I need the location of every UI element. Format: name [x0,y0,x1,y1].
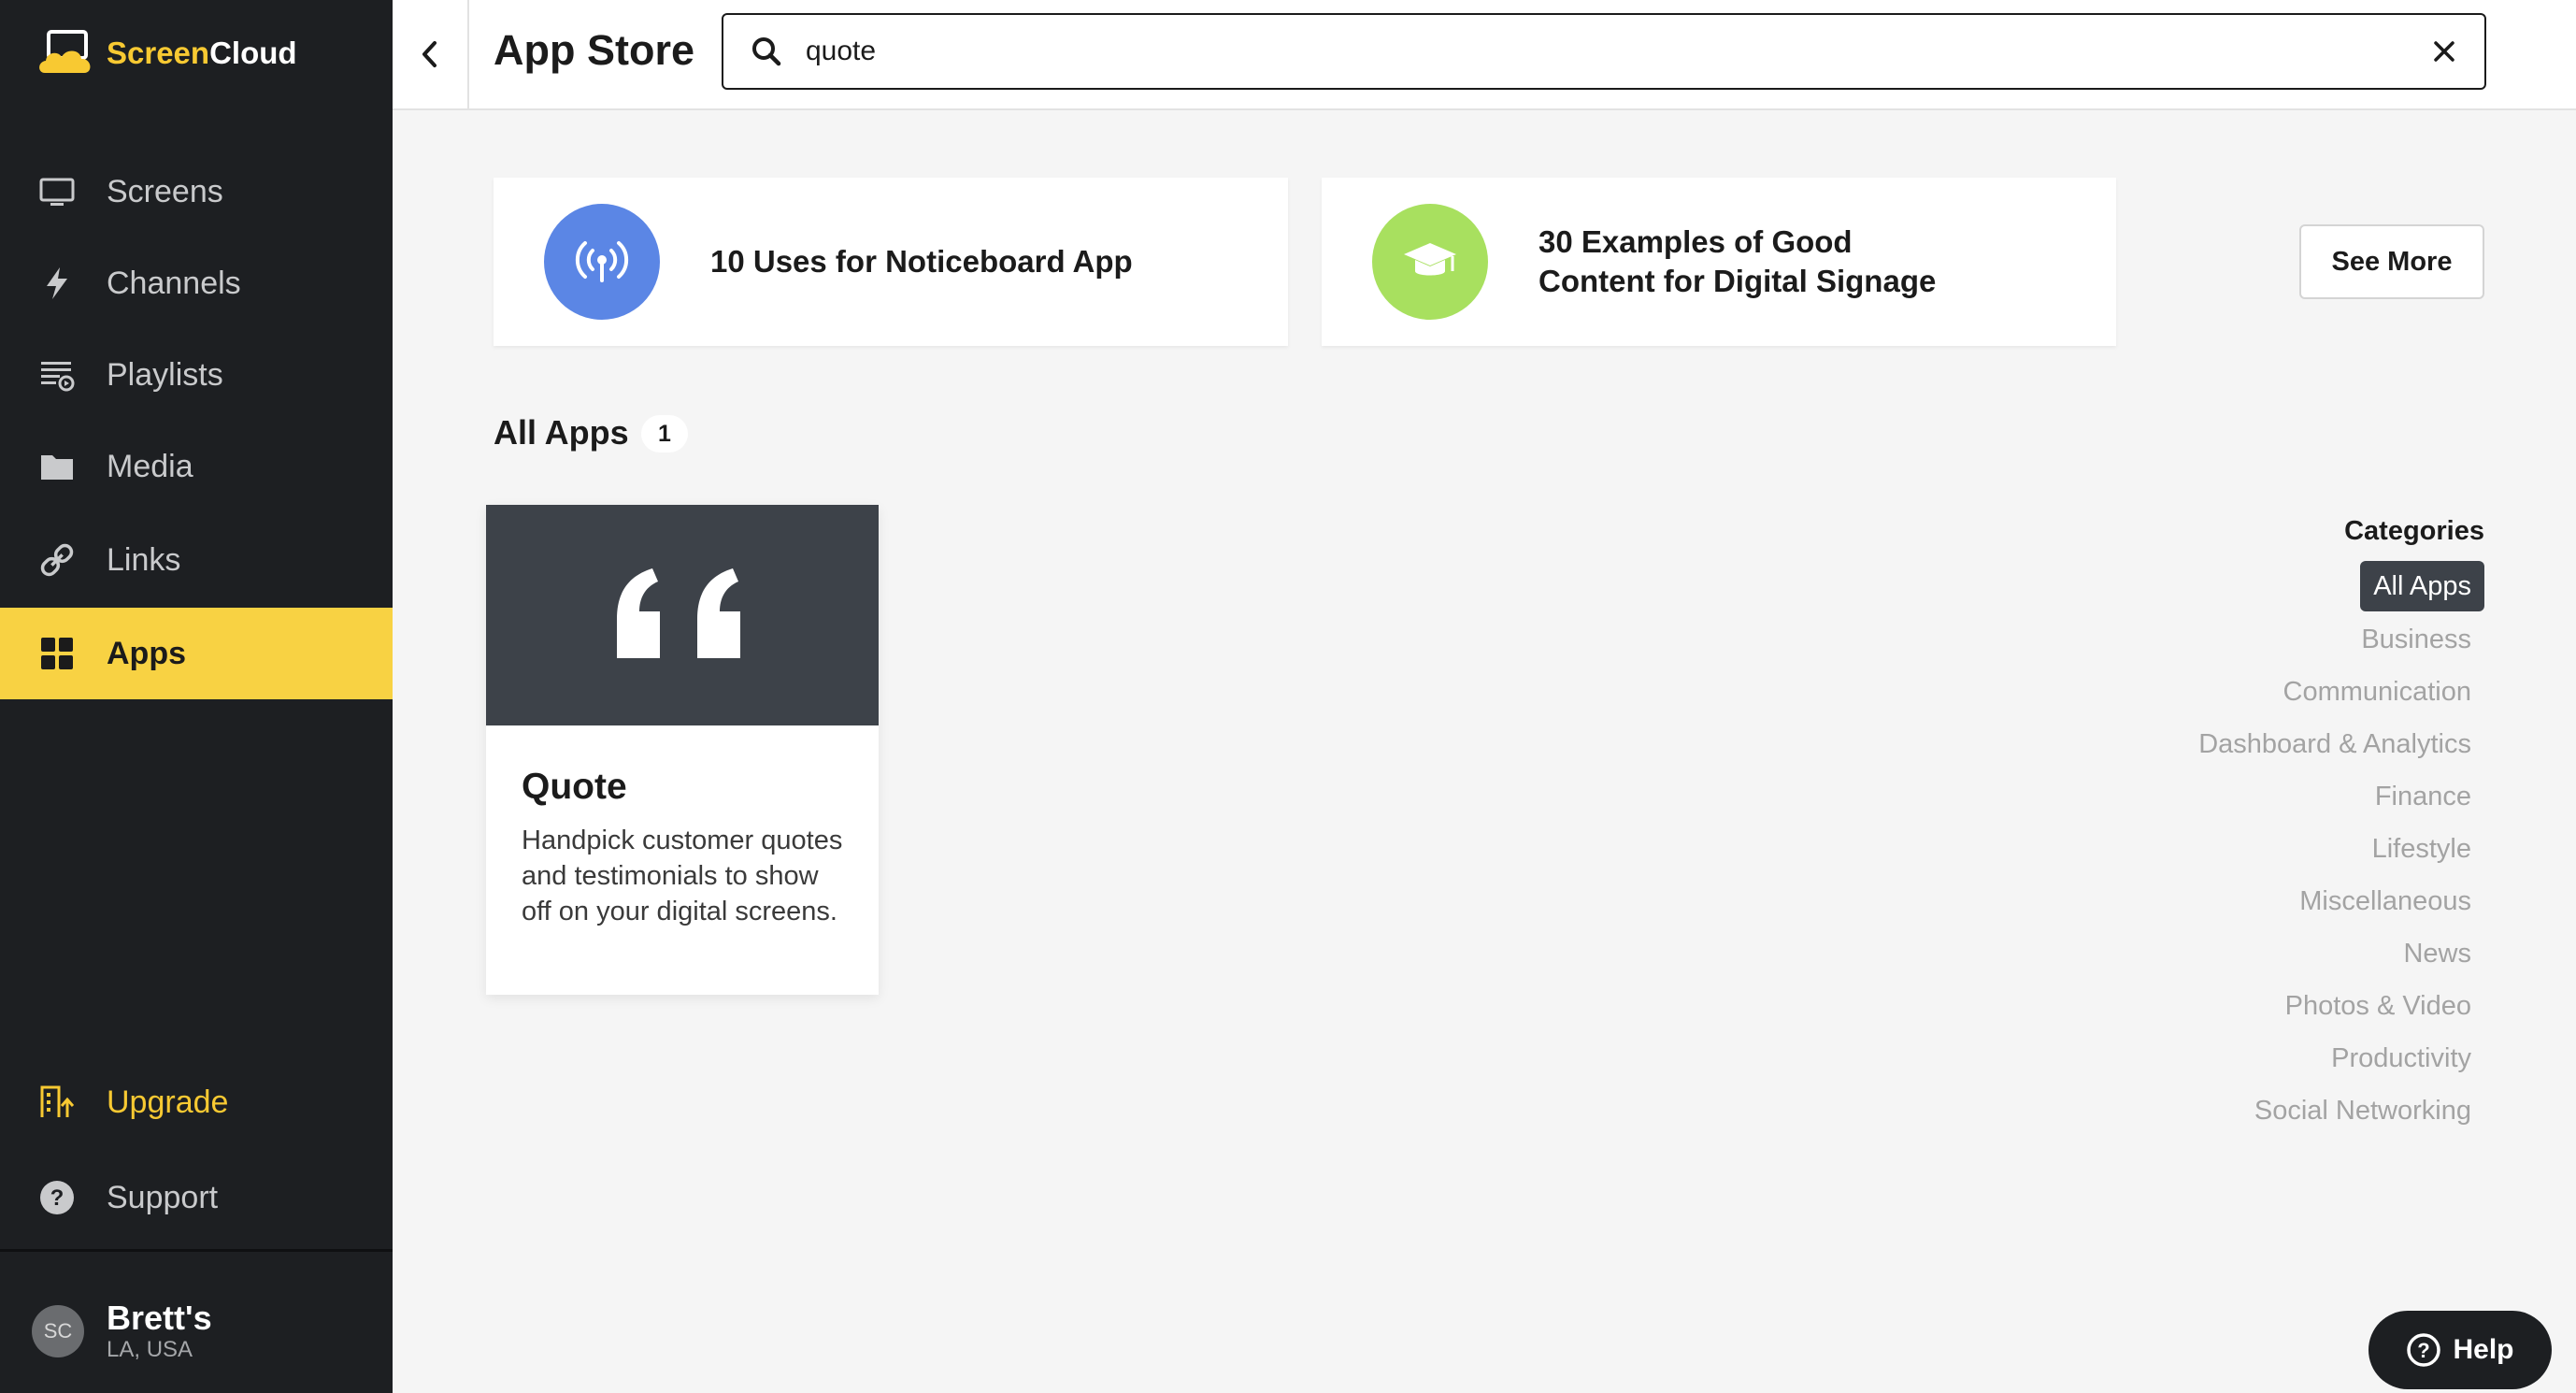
graduation-cap-icon [1372,204,1488,320]
sidebar-item-playlists[interactable]: Playlists [0,329,393,421]
featured-title: 10 Uses for Noticeboard App [710,244,1133,279]
page-title: App Store [494,26,695,74]
help-button[interactable]: ? Help [2368,1311,2552,1389]
sidebar-divider [0,1249,393,1252]
category-photos-video[interactable]: Photos & Video [2272,980,2484,1032]
folder-icon [37,447,77,486]
support-label: Support [107,1179,219,1215]
upgrade-link[interactable]: Upgrade [0,1056,393,1148]
sidebar-item-label: Screens [107,173,223,209]
close-icon[interactable] [2428,36,2460,67]
categories-list: All Apps Business Communication Dashboar… [2185,561,2484,1137]
search-icon [752,37,781,66]
app-count-badge: 1 [641,415,688,452]
sidebar-item-label: Apps [107,635,186,671]
monitor-icon [37,172,77,211]
apps-grid-icon [37,634,77,673]
sidebar-item-label: Media [107,448,193,484]
app-description: Handpick customer quotes and testimonial… [522,826,843,926]
sidebar-item-links[interactable]: Links [0,514,393,606]
featured-card-digital-signage[interactable]: 30 Examples of Good Content for Digital … [1322,178,2116,346]
app-name: Quote [522,767,627,807]
category-communication[interactable]: Communication [2270,666,2484,718]
sidebar: ScreenCloud Screens Channels Playlists M… [0,0,393,1393]
search-box [722,13,2486,90]
category-all-apps[interactable]: All Apps [2360,561,2484,611]
sidebar-item-label: Playlists [107,356,223,393]
svg-text:?: ? [2418,1339,2430,1362]
building-upgrade-icon [37,1083,77,1122]
category-lifestyle[interactable]: Lifestyle [2359,823,2484,875]
chevron-left-icon [422,41,436,67]
category-dashboard-analytics[interactable]: Dashboard & Analytics [2185,718,2484,770]
help-label: Help [2453,1334,2514,1365]
category-miscellaneous[interactable]: Miscellaneous [2286,875,2484,927]
quote-marks-icon [617,568,740,658]
app-card-quote[interactable]: Quote Handpick customer quotes and testi… [486,505,879,995]
categories-heading: Categories [2344,516,2484,546]
featured-card-noticeboard[interactable]: 10 Uses for Noticeboard App [494,178,1288,346]
see-more-button[interactable]: See More [2299,224,2484,299]
sidebar-item-media[interactable]: Media [0,421,393,512]
screencloud-logo-icon [39,30,91,73]
sidebar-item-screens[interactable]: Screens [0,146,393,237]
sidebar-item-channels[interactable]: Channels [0,237,393,329]
category-finance[interactable]: Finance [2362,770,2484,823]
category-business[interactable]: Business [2348,613,2484,666]
svg-text:?: ? [50,1185,64,1211]
link-icon [37,540,77,580]
app-thumbnail [486,505,879,725]
screencloud-logo[interactable]: ScreenCloud [37,22,297,84]
category-news[interactable]: News [2390,927,2484,980]
account-location: LA, USA [107,1337,193,1362]
top-header: App Store [393,0,2576,110]
lightning-icon [37,264,77,303]
playlist-icon [37,355,77,395]
upgrade-label: Upgrade [107,1084,229,1120]
avatar: SC [32,1305,84,1357]
broadcast-icon [544,204,660,320]
featured-title: 30 Examples of Good Content for Digital … [1538,224,1937,298]
account-switcher[interactable]: SC Brett's LA, USA [32,1300,212,1363]
back-button[interactable] [393,0,469,108]
sidebar-item-label: Links [107,541,181,578]
support-link[interactable]: ? Support [0,1152,393,1243]
account-name: Brett's [107,1299,212,1337]
all-apps-heading: All Apps [494,413,629,452]
logo-text: ScreenCloud [107,36,297,70]
sidebar-item-apps[interactable]: Apps [0,608,393,699]
sidebar-item-label: Channels [107,265,241,301]
search-input[interactable] [806,36,2395,67]
help-question-icon: ? [2407,1333,2441,1367]
category-social-networking[interactable]: Social Networking [2241,1084,2484,1137]
category-productivity[interactable]: Productivity [2318,1032,2484,1084]
question-circle-icon: ? [37,1178,77,1217]
